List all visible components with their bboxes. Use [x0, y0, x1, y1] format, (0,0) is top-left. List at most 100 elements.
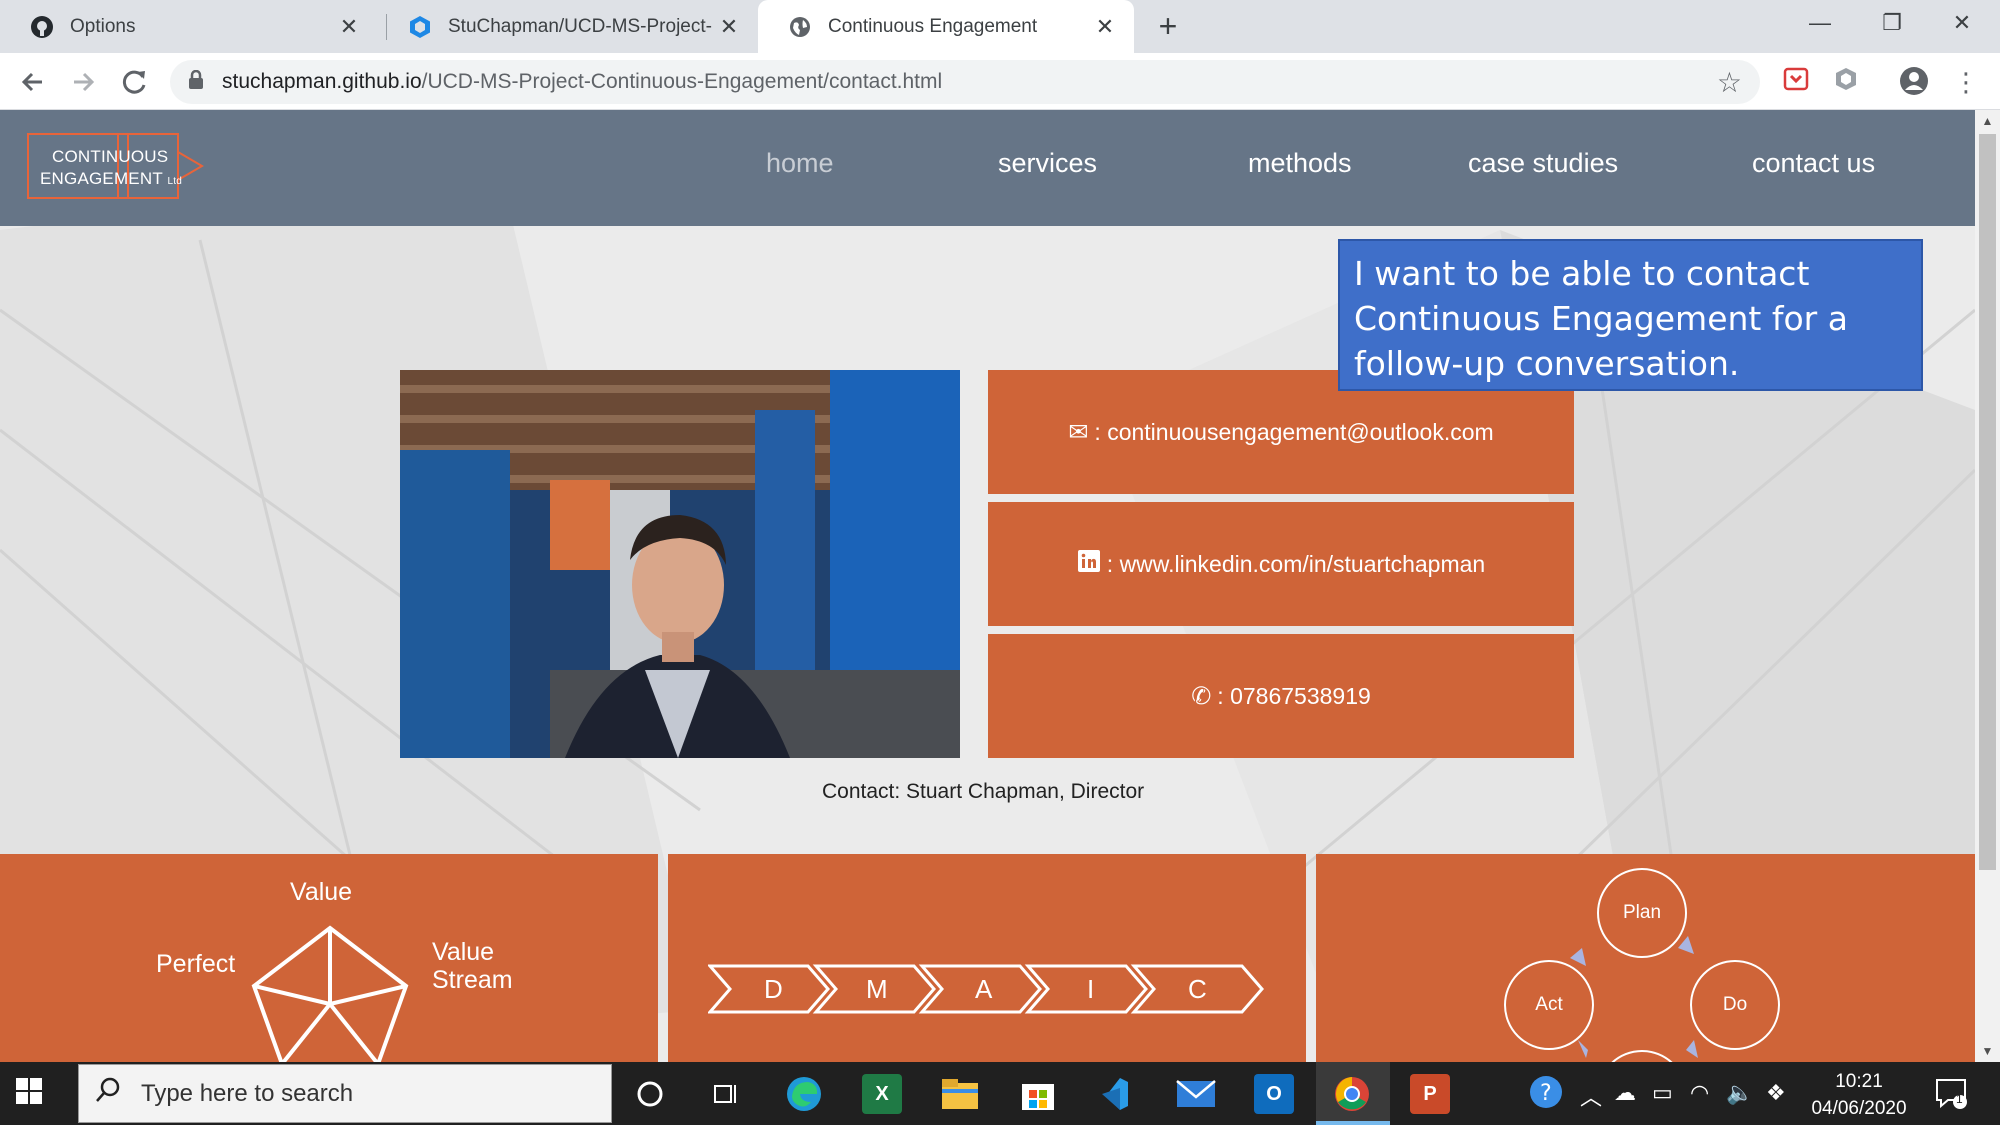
tab-title: StuChapman/UCD-MS-Project-C	[448, 15, 712, 37]
windows-start-button[interactable]	[14, 1076, 50, 1112]
contact-phone-text: : 07867538919	[1217, 682, 1371, 709]
close-icon[interactable]: ✕	[332, 14, 366, 40]
tab-options[interactable]: Options ✕	[0, 0, 378, 53]
site-navbar: CONTINUOUS ENGAGEMENT Ltd home services …	[0, 110, 1975, 226]
url-host: stuchapman.github.io	[222, 70, 422, 93]
scroll-down-icon[interactable]: ▼	[1975, 1044, 2000, 1058]
onedrive-icon[interactable]: ☁	[1614, 1080, 1636, 1106]
label-perfect: Perfect	[156, 950, 236, 978]
linkedin-icon	[1077, 549, 1101, 580]
nav-contact-us[interactable]: contact us	[1752, 148, 1875, 179]
panel-pdca[interactable]: Plan Do Act	[1316, 854, 1975, 1062]
photo-caption: Contact: Stuart Chapman, Director	[822, 780, 1145, 803]
director-photo	[400, 370, 960, 758]
microsoft-store-icon[interactable]	[1018, 1074, 1058, 1114]
vscode-icon[interactable]	[1096, 1074, 1136, 1114]
tab-continuous-engagement[interactable]: Continuous Engagement ✕	[758, 0, 1134, 53]
user-story-callout: I want to be able to contact Continuous …	[1338, 239, 1923, 391]
file-explorer-icon[interactable]	[940, 1074, 980, 1114]
svg-text:?: ?	[1540, 1081, 1552, 1106]
logo-text: CONTINUOUS ENGAGEMENT Ltd	[40, 146, 182, 193]
close-icon[interactable]: ✕	[1088, 14, 1122, 40]
mail-icon[interactable]	[1176, 1074, 1216, 1114]
panel-dmaic[interactable]: D M A I C	[668, 854, 1306, 1062]
address-bar[interactable]: stuchapman.github.io/UCD-MS-Project-Cont…	[170, 60, 1760, 104]
back-button[interactable]	[14, 63, 52, 101]
search-placeholder: Type here to search	[141, 1079, 354, 1107]
tab-github-repo[interactable]: StuChapman/UCD-MS-Project-C ✕	[378, 0, 758, 53]
battery-icon[interactable]: ▭	[1652, 1080, 1673, 1106]
arrow-right-icon	[74, 72, 95, 92]
logo-line-1: CONTINUOUS	[52, 147, 169, 166]
page-scrollbar[interactable]: ▲ ▼	[1975, 110, 2000, 1062]
wifi-icon[interactable]: ◠	[1690, 1080, 1709, 1106]
browser-tab-bar: Options ✕ StuChapman/UCD-MS-Project-C ✕ …	[0, 0, 2000, 53]
label-value-stream: Value Stream	[432, 938, 513, 994]
search-icon	[95, 1077, 121, 1110]
menu-kebab-icon[interactable]: ⋮	[1950, 66, 1982, 98]
label-value-stream-1: Value	[432, 938, 495, 966]
nav-methods[interactable]: methods	[1248, 148, 1352, 179]
lock-icon	[188, 69, 208, 95]
close-window-button[interactable]: ✕	[1932, 0, 1992, 46]
label-value: Value	[290, 878, 353, 906]
scroll-up-icon[interactable]: ▲	[1975, 114, 2000, 128]
page-viewport: CONTINUOUS ENGAGEMENT Ltd home services …	[0, 110, 1975, 1062]
dropbox-icon[interactable]: ❖	[1766, 1080, 1786, 1106]
edge-browser-icon[interactable]	[784, 1074, 824, 1114]
dmaic-letter-m: M	[866, 974, 888, 1004]
windows-taskbar: Type here to search X O P ? ︿ ☁ ▭ ◠ 🔈 ❖ …	[0, 1062, 2000, 1125]
clock-date: 04/06/2020	[1811, 1098, 1907, 1119]
github-icon	[30, 15, 54, 39]
reload-button[interactable]	[116, 63, 154, 101]
system-clock[interactable]: 10:21 04/06/2020	[1806, 1068, 1912, 1122]
tab-title: Options	[70, 15, 136, 37]
minimize-button[interactable]: —	[1790, 0, 1850, 46]
restore-button[interactable]: ❐	[1862, 0, 1922, 46]
dmaic-letter-c: C	[1188, 974, 1207, 1004]
contact-linkedin-box[interactable]: : www.linkedin.com/in/stuartchapman	[988, 502, 1574, 626]
outlook-icon[interactable]: O	[1254, 1074, 1294, 1114]
panel-lean-value[interactable]: Value Perfect Value Stream	[0, 854, 658, 1062]
contact-linkedin-text: : www.linkedin.com/in/stuartchapman	[1106, 550, 1486, 577]
codeanywhere-icon	[408, 15, 432, 39]
powerpoint-icon[interactable]: P	[1410, 1074, 1450, 1114]
profile-avatar-icon[interactable]	[1898, 66, 1930, 98]
notifications-icon[interactable]: 1	[1934, 1076, 1968, 1116]
url-path: /UCD-MS-Project-Continuous-Engagement/co…	[421, 70, 943, 93]
help-icon[interactable]: ?	[1528, 1074, 1564, 1116]
task-view-icon[interactable]	[706, 1074, 746, 1114]
star-icon[interactable]: ☆	[1717, 66, 1742, 99]
excel-icon[interactable]: X	[862, 1074, 902, 1114]
label-value-stream-2: Stream	[432, 966, 513, 994]
windows-logo-icon	[16, 1078, 42, 1104]
logo-suffix: Ltd	[167, 176, 183, 187]
reload-icon	[122, 70, 146, 94]
notification-count: 1	[1956, 1092, 1963, 1106]
volume-icon[interactable]: 🔈	[1726, 1080, 1753, 1106]
cortana-icon[interactable]	[630, 1074, 670, 1114]
clock-time: 10:21	[1835, 1071, 1883, 1092]
pocket-extension-icon[interactable]	[1780, 66, 1812, 98]
dmaic-letter-i: I	[1087, 974, 1095, 1004]
chevron-up-icon[interactable]: ︿	[1580, 1080, 1602, 1112]
close-icon[interactable]: ✕	[712, 14, 746, 40]
dmaic-letter-d: D	[764, 974, 783, 1004]
pdca-arrows	[1570, 936, 1698, 1058]
nav-home[interactable]: home	[766, 148, 834, 179]
taskbar-search-box[interactable]: Type here to search	[78, 1064, 612, 1123]
chrome-icon[interactable]	[1332, 1074, 1372, 1114]
tab-title: Continuous Engagement	[828, 15, 1038, 37]
contact-phone-box[interactable]: ✆ : 07867538919	[988, 634, 1574, 758]
extension-shield-icon[interactable]	[1830, 66, 1862, 98]
dmaic-letter-a: A	[975, 974, 993, 1004]
nav-services[interactable]: services	[998, 148, 1097, 179]
globe-icon	[788, 15, 812, 39]
nav-case-studies[interactable]: case studies	[1468, 148, 1618, 179]
site-logo[interactable]: CONTINUOUS ENGAGEMENT Ltd	[26, 132, 206, 200]
scrollbar-thumb[interactable]	[1979, 134, 1996, 870]
new-tab-button[interactable]: +	[1150, 8, 1186, 44]
forward-button[interactable]	[64, 63, 102, 101]
pentagon-diagram	[251, 925, 409, 1062]
arrow-left-icon	[21, 72, 42, 92]
